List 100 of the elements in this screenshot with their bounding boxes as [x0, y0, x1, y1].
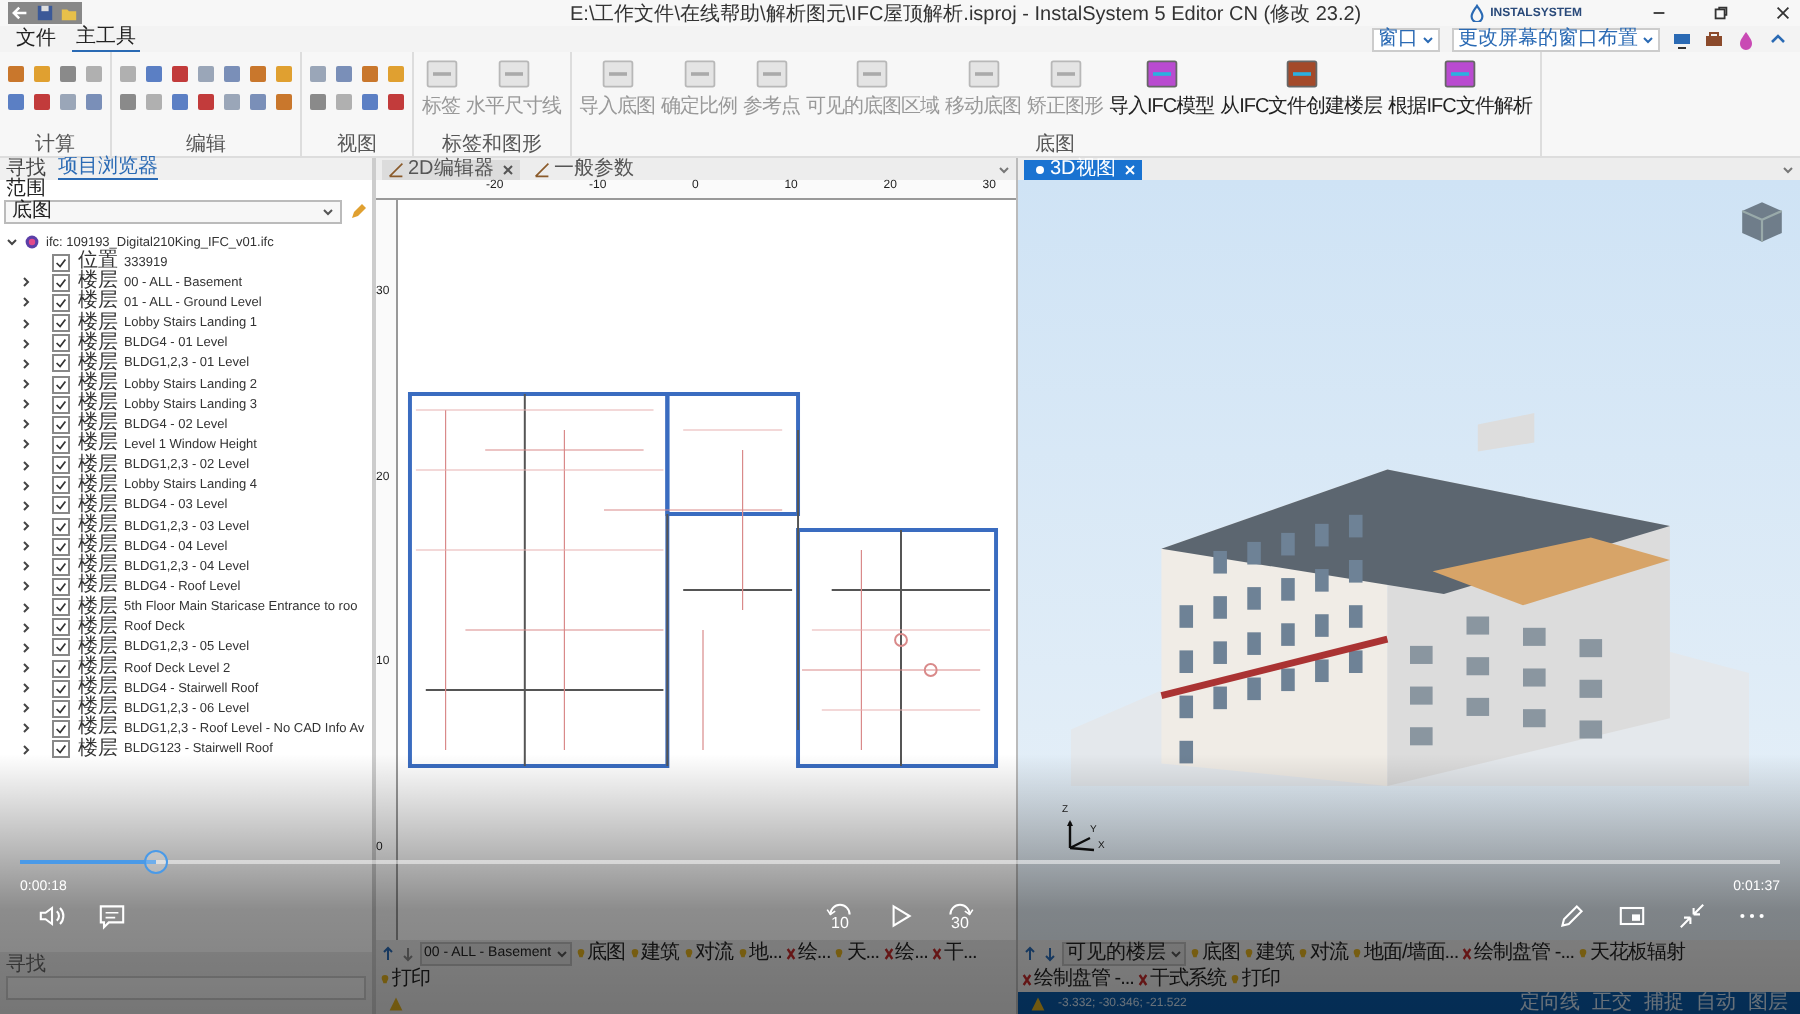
up-arrow-icon[interactable]	[1022, 946, 1038, 962]
expand-caret-icon[interactable]	[20, 398, 32, 411]
layer-toggle[interactable]: 底图	[575, 944, 626, 964]
expand-caret-icon[interactable]	[20, 276, 32, 289]
layer-toggle[interactable]: 干...	[931, 944, 977, 964]
checkbox[interactable]	[52, 537, 70, 556]
checkbox[interactable]	[52, 598, 70, 617]
dropdown-caret-icon[interactable]	[1782, 163, 1794, 175]
layout-dropdown[interactable]: 更改屏幕的窗口布置	[1452, 27, 1660, 51]
collapse-caret-icon[interactable]	[6, 236, 18, 249]
checkbox[interactable]	[52, 659, 70, 678]
expand-caret-icon[interactable]	[20, 540, 32, 553]
panel-tab[interactable]: 寻找	[6, 159, 46, 179]
tool-square-icon[interactable]	[360, 92, 380, 112]
editor-tab[interactable]: 3D视图	[1024, 159, 1142, 179]
expand-caret-icon[interactable]	[20, 580, 32, 593]
tool-square-icon[interactable]	[248, 64, 268, 84]
tool-square-icon[interactable]	[222, 64, 242, 84]
volume-icon[interactable]	[36, 900, 68, 932]
layer-toggle[interactable]: 绘...	[883, 944, 928, 964]
tool-square-icon[interactable]	[170, 92, 190, 112]
ribbon-button[interactable]: 导入IFC模型	[1107, 56, 1217, 120]
expand-caret-icon[interactable]	[20, 662, 32, 675]
checkbox[interactable]	[52, 293, 70, 312]
checkbox[interactable]	[52, 354, 70, 373]
checkbox[interactable]	[52, 557, 70, 576]
expand-caret-icon[interactable]	[20, 418, 32, 431]
skip-forward-button[interactable]: 30	[944, 900, 976, 932]
tool-square-icon[interactable]	[144, 64, 164, 84]
ribbon-button[interactable]: 根据IFC文件解析	[1386, 56, 1534, 120]
shrink-icon[interactable]	[1676, 900, 1708, 932]
down-arrow-icon[interactable]	[1042, 946, 1058, 962]
expand-caret-icon[interactable]	[20, 357, 32, 370]
tool-square-icon[interactable]	[118, 92, 138, 112]
expand-caret-icon[interactable]	[20, 499, 32, 512]
tool-square-icon[interactable]	[170, 64, 190, 84]
tool-square-icon[interactable]	[196, 92, 216, 112]
checkbox[interactable]	[52, 719, 70, 738]
expand-caret-icon[interactable]	[20, 722, 32, 735]
layer-toggle[interactable]: 打印	[1229, 970, 1280, 990]
expand-caret-icon[interactable]	[20, 641, 32, 654]
tool-square-icon[interactable]	[308, 92, 328, 112]
tool-square-icon[interactable]	[248, 92, 268, 112]
checkbox[interactable]	[52, 638, 70, 657]
expand-caret-icon[interactable]	[20, 337, 32, 350]
expand-caret-icon[interactable]	[20, 601, 32, 614]
expand-caret-icon[interactable]	[20, 520, 32, 533]
layer-toggle[interactable]: 建筑	[629, 944, 680, 964]
editor-tab[interactable]: 一般参数	[527, 159, 640, 179]
expand-caret-icon[interactable]	[20, 479, 32, 492]
expand-caret-icon[interactable]	[20, 682, 32, 695]
checkbox[interactable]	[52, 314, 70, 333]
checkbox[interactable]	[52, 435, 70, 454]
tool-square-icon[interactable]	[32, 92, 52, 112]
checkbox[interactable]	[52, 273, 70, 292]
view-cube-icon[interactable]	[1740, 200, 1784, 244]
status-mode-toggle[interactable]: 定向线	[1520, 993, 1580, 1013]
expand-caret-icon[interactable]	[20, 378, 32, 391]
back-arrow-icon[interactable]	[12, 4, 30, 22]
captions-icon[interactable]	[96, 900, 128, 932]
checkbox[interactable]	[52, 456, 70, 475]
checkbox[interactable]	[52, 476, 70, 495]
status-mode-toggle[interactable]: 捕捉	[1644, 993, 1684, 1013]
dropdown-caret-icon[interactable]	[998, 163, 1010, 175]
checkbox[interactable]	[52, 577, 70, 596]
layer-toggle[interactable]: 天...	[834, 944, 880, 964]
expand-caret-icon[interactable]	[20, 438, 32, 451]
layer-toggle[interactable]: 底图	[1190, 944, 1240, 964]
expand-caret-icon[interactable]	[20, 317, 32, 330]
layer-toggle[interactable]: 天花板辐射	[1578, 944, 1686, 964]
checkbox[interactable]	[52, 517, 70, 536]
toolbox-icon[interactable]	[1704, 29, 1724, 49]
layer-toggle[interactable]: 绘制盘管 -...	[1022, 970, 1134, 990]
layer-toggle[interactable]: 打印	[380, 970, 430, 990]
skip-back-button[interactable]: 10	[824, 900, 856, 932]
video-progress-thumb[interactable]	[143, 850, 168, 874]
layer-toggle[interactable]: 地面/墙面...	[1352, 944, 1459, 964]
layer-toggle[interactable]: 干式系统	[1137, 970, 1226, 990]
drop-icon[interactable]	[1736, 29, 1756, 49]
expand-caret-icon[interactable]	[20, 296, 32, 309]
floor-dropdown[interactable]: 可见的楼层	[1062, 942, 1186, 966]
editor-tab[interactable]: 2D编辑器	[382, 159, 520, 179]
tool-square-icon[interactable]	[6, 92, 26, 112]
checkbox[interactable]	[52, 375, 70, 394]
status-mode-toggle[interactable]: 图层	[1748, 993, 1788, 1013]
tool-square-icon[interactable]	[334, 64, 354, 84]
expand-caret-icon[interactable]	[20, 560, 32, 573]
tool-square-icon[interactable]	[58, 64, 78, 84]
status-mode-toggle[interactable]: 自动	[1696, 993, 1736, 1013]
close-icon[interactable]	[1774, 4, 1792, 22]
checkbox[interactable]	[52, 496, 70, 515]
tool-square-icon[interactable]	[84, 92, 104, 112]
status-mode-toggle[interactable]: 正交	[1592, 993, 1632, 1013]
tool-square-icon[interactable]	[360, 64, 380, 84]
checkbox[interactable]	[52, 740, 70, 759]
checkbox[interactable]	[52, 618, 70, 637]
layer-toggle[interactable]: 绘制盘管 -...	[1462, 944, 1575, 964]
tool-square-icon[interactable]	[274, 92, 294, 112]
checkbox[interactable]	[52, 699, 70, 718]
expand-caret-icon[interactable]	[20, 459, 32, 472]
